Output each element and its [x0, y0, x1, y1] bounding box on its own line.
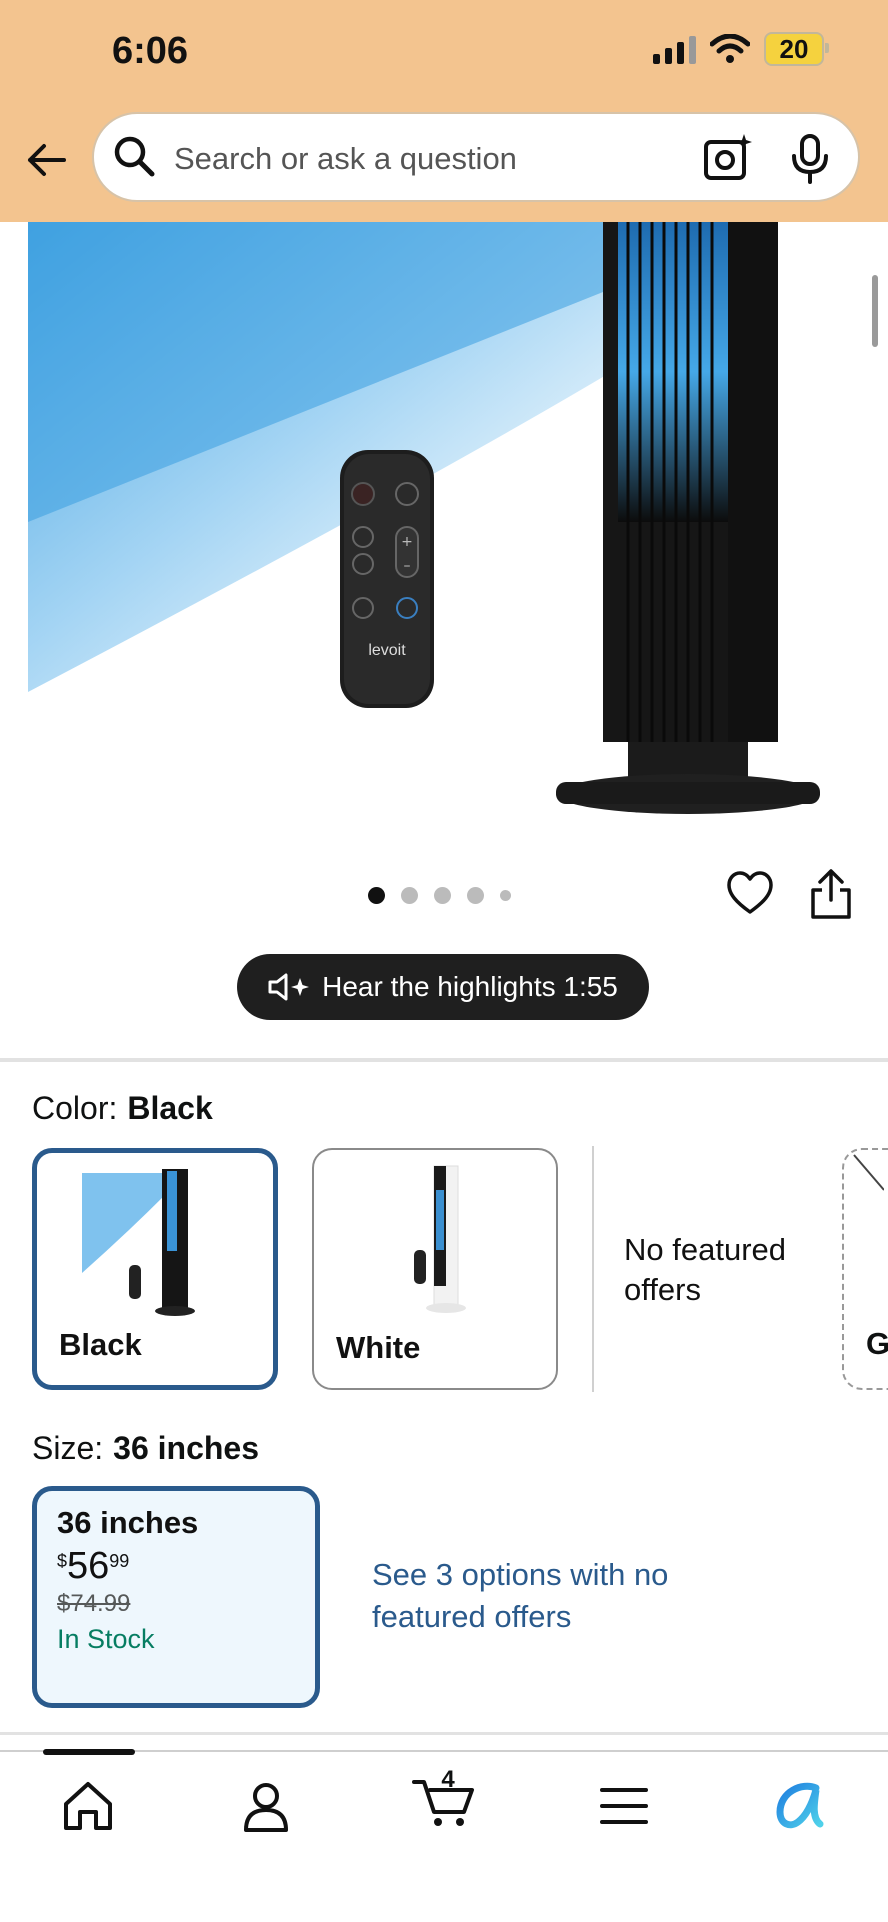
size-option-title: 36 inches	[57, 1505, 199, 1540]
list-price: $74.99	[57, 1590, 131, 1617]
vertical-divider	[592, 1146, 594, 1392]
battery-icon: 20	[764, 32, 829, 66]
black-fan-thumbnail	[82, 1169, 195, 1316]
microphone-icon[interactable]	[788, 134, 832, 184]
section-divider	[0, 1058, 888, 1062]
search-icon	[114, 136, 155, 177]
carousel-dot[interactable]	[368, 887, 385, 904]
white-fan-thumbnail	[414, 1165, 466, 1313]
heart-icon[interactable]	[726, 870, 774, 916]
carousel-dot[interactable]	[500, 890, 511, 901]
search-input[interactable]	[172, 132, 636, 186]
back-arrow-icon[interactable]	[24, 138, 68, 182]
carousel-dot[interactable]	[434, 887, 451, 904]
stock-status: In Stock	[57, 1624, 155, 1654]
camera-lens-icon[interactable]	[702, 132, 754, 184]
carousel-dot[interactable]	[467, 887, 484, 904]
carousel-dots[interactable]	[368, 887, 511, 904]
header-bar: 6:06 20	[0, 0, 888, 222]
share-icon[interactable]	[808, 868, 854, 920]
color-option-white[interactable]: White	[312, 1148, 558, 1390]
color-option-name: White	[336, 1330, 421, 1365]
no-featured-offers-text: No featured offers	[624, 1232, 786, 1307]
status-time: 6:06	[112, 30, 189, 72]
color-option-name: Black	[59, 1327, 142, 1362]
see-options-link[interactable]: See 3 options with no featured offers	[372, 1554, 692, 1638]
account-icon[interactable]	[236, 1778, 296, 1834]
product-image-gallery[interactable]: + – levoit	[28, 222, 858, 832]
color-label: Color:	[32, 1090, 118, 1126]
color-selected-value: Black	[127, 1090, 213, 1126]
size-option-36-inches[interactable]: 36 inches $ 56 99 $74.99 In Stock	[32, 1486, 320, 1708]
svg-text:+: +	[401, 534, 413, 550]
scroll-indicator	[872, 275, 878, 347]
color-label-row: Color: Black	[32, 1090, 213, 1127]
color-option-partial[interactable]: G	[842, 1148, 888, 1390]
bottom-nav: 4	[0, 1749, 888, 1922]
size-label-row: Size: 36 inches	[32, 1430, 259, 1467]
price-fraction: 99	[109, 1551, 130, 1571]
cart-count-badge: 4	[441, 1766, 455, 1793]
color-option-black[interactable]: Black	[32, 1148, 278, 1390]
hear-highlights-button[interactable]: Hear the highlights 1:55	[237, 954, 649, 1020]
status-indicators: 20	[653, 32, 829, 66]
speaker-sparkle-icon	[268, 973, 310, 1001]
cart-button[interactable]: 4	[410, 1766, 480, 1834]
hear-highlights-label: Hear the highlights 1:55	[322, 971, 618, 1002]
rufus-assistant-icon[interactable]	[772, 1778, 832, 1834]
product-image: + –	[28, 222, 858, 832]
section-divider	[0, 1732, 888, 1735]
search-bar[interactable]	[92, 112, 860, 202]
carousel-dot[interactable]	[401, 887, 418, 904]
color-option-partial-name: G	[866, 1326, 888, 1361]
remote-brand-label: levoit	[368, 642, 406, 659]
price-currency: $	[57, 1551, 68, 1571]
wifi-icon	[710, 34, 750, 63]
home-icon[interactable]	[58, 1778, 118, 1834]
menu-icon[interactable]	[594, 1778, 654, 1834]
size-label: Size:	[32, 1430, 104, 1466]
cellular-signal-icon	[653, 34, 696, 64]
nav-active-indicator	[43, 1749, 135, 1755]
size-option-price: $ 56 99	[57, 1545, 295, 1588]
price-whole: 56	[67, 1545, 110, 1587]
svg-text:–: –	[404, 558, 411, 574]
partial-thumbnail	[853, 1154, 884, 1191]
size-selected-value: 36 inches	[113, 1430, 259, 1466]
